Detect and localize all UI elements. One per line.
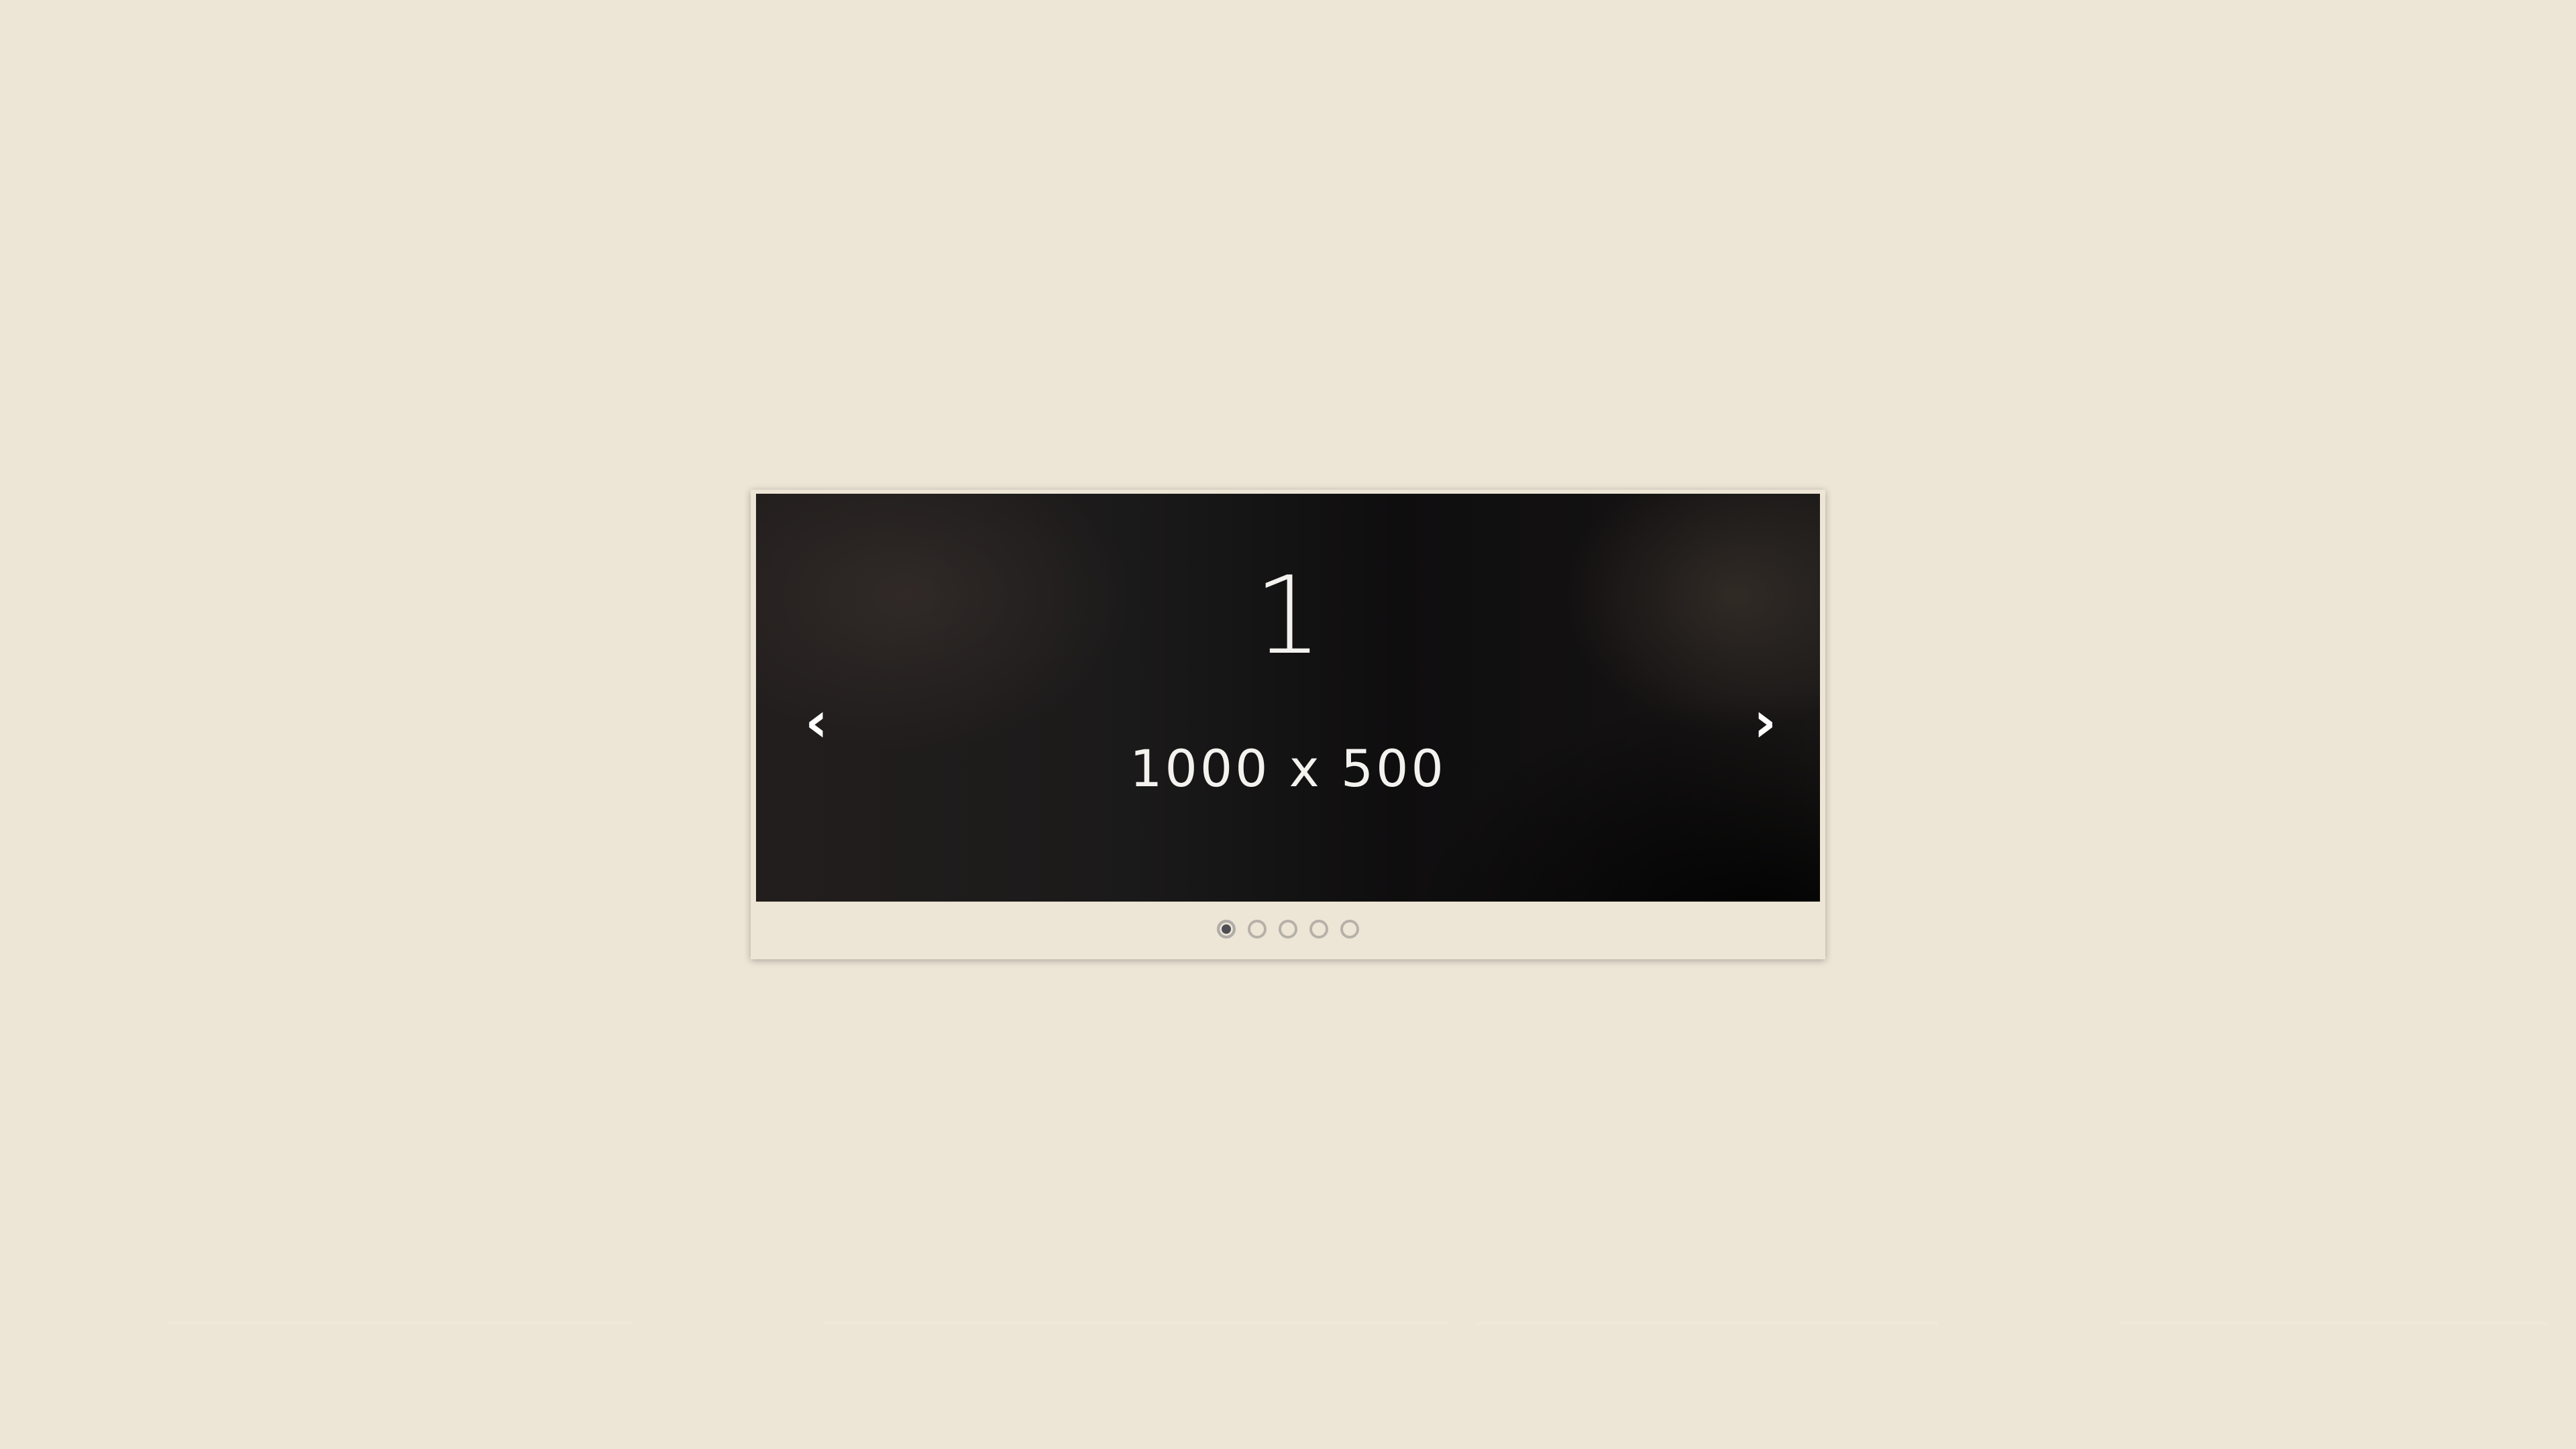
decorative-divider <box>1476 1322 1939 1327</box>
pagination-dot-4[interactable] <box>1309 920 1328 938</box>
slide-caption: 1000 x 500 <box>1130 739 1446 798</box>
decorative-divider <box>825 1322 1449 1327</box>
pagination-dot-3[interactable] <box>1279 920 1297 938</box>
decorative-divider <box>2120 1322 2549 1327</box>
decorative-divider <box>168 1322 631 1327</box>
pagination-dot-5[interactable] <box>1340 920 1359 938</box>
next-slide-button[interactable]: › <box>1738 688 1792 755</box>
slide-pagination <box>751 920 1825 943</box>
pagination-dot-1[interactable] <box>1217 920 1236 938</box>
slide-number: 1 <box>1254 553 1322 678</box>
image-slider: 1 1000 x 500 ‹ › <box>751 490 1825 959</box>
pagination-dot-2[interactable] <box>1248 920 1267 938</box>
page: 1 1000 x 500 ‹ › <box>0 0 2576 1449</box>
previous-slide-button[interactable]: ‹ <box>790 688 843 755</box>
current-slide: 1 1000 x 500 ‹ › <box>756 494 1820 902</box>
